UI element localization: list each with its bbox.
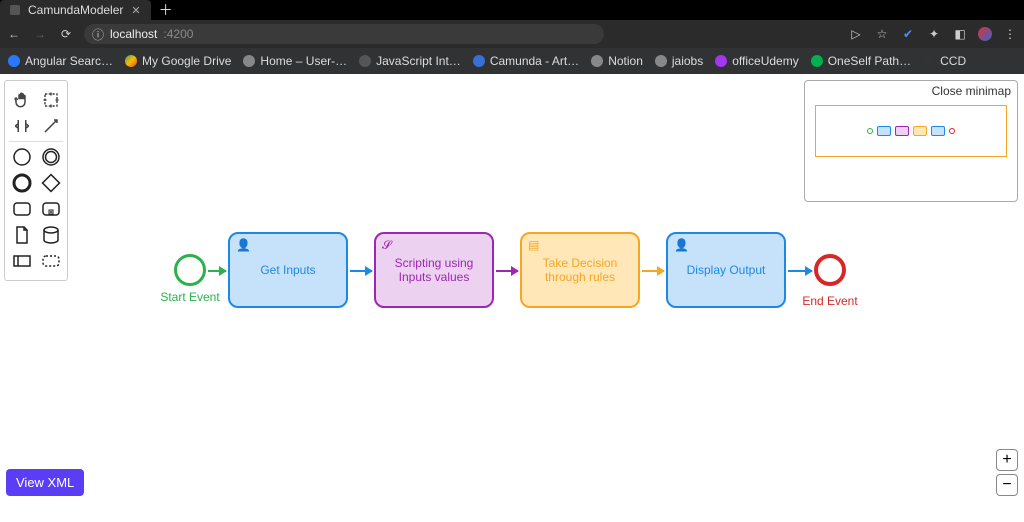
- address-bar[interactable]: ⓘ localhost :4200: [84, 24, 604, 44]
- chevron-down-icon[interactable]: ⌄: [941, 0, 954, 20]
- app-viewport: Start Event 👤 Get Inputs 𝓢 Scripting usi…: [0, 74, 1024, 502]
- flow-t4-to-end[interactable]: [788, 270, 812, 272]
- zoom-in-button[interactable]: +: [996, 449, 1018, 471]
- back-icon[interactable]: ←: [6, 27, 22, 41]
- task-scripting[interactable]: 𝓢 Scripting using Inputs values: [374, 232, 494, 308]
- flow-t2-to-t3[interactable]: [496, 270, 518, 272]
- new-tab-button[interactable]: ＋: [159, 0, 173, 20]
- bookmark-camunda[interactable]: Camunda - Art…: [473, 54, 579, 68]
- info-icon: ⓘ: [92, 26, 104, 43]
- flow-start-to-t1[interactable]: [208, 270, 226, 272]
- user-task-icon-2: 👤: [674, 238, 689, 252]
- end-event-node[interactable]: [814, 254, 846, 286]
- url-host: localhost: [110, 27, 157, 41]
- mm-task-icon: [913, 126, 927, 136]
- business-rule-task-icon: ▤: [528, 238, 539, 252]
- avatar[interactable]: [978, 27, 992, 41]
- task-get-inputs[interactable]: 👤 Get Inputs: [228, 232, 348, 308]
- mm-task-icon: [895, 126, 909, 136]
- start-event-label: Start Event: [150, 290, 230, 304]
- minimap: Close minimap: [804, 80, 1018, 202]
- view-xml-button[interactable]: View XML: [6, 469, 84, 496]
- window-close-icon[interactable]: ✕: [1009, 0, 1022, 20]
- flow-t1-to-t2[interactable]: [350, 270, 372, 272]
- minimap-viewport[interactable]: [815, 105, 1007, 157]
- mm-task-icon: [931, 126, 945, 136]
- user-task-icon: 👤: [236, 238, 251, 252]
- minimize-icon[interactable]: ━: [965, 0, 975, 20]
- bookmark-ccd[interactable]: CCD: [923, 54, 966, 68]
- tab-title: CamundaModeler: [28, 3, 123, 17]
- kebab-icon[interactable]: ⋮: [1002, 27, 1018, 41]
- extensions-icon[interactable]: ✦: [926, 27, 942, 41]
- bookmark-jaiobs[interactable]: jaiobs: [655, 54, 703, 68]
- task-decision[interactable]: ▤ Take Decision through rules: [520, 232, 640, 308]
- browser-tabbar: CamundaModeler ✕ ＋ ⌄ ━ ❐ ✕: [0, 0, 1024, 20]
- close-icon[interactable]: ✕: [131, 4, 140, 17]
- bookmarks-bar: Angular Searc… My Google Drive Home – Us…: [0, 48, 1024, 74]
- zoom-out-button[interactable]: −: [996, 474, 1018, 496]
- minimap-close-button[interactable]: Close minimap: [932, 84, 1011, 98]
- end-event-label: End Event: [790, 294, 870, 308]
- send-icon[interactable]: ▷: [848, 27, 864, 41]
- mm-start-icon: [867, 128, 873, 134]
- bookmark-oneself[interactable]: OneSelf Path…: [811, 54, 911, 68]
- star-icon[interactable]: ☆: [874, 27, 890, 41]
- panel-icon[interactable]: ◧: [952, 27, 968, 41]
- tab-favicon: [10, 5, 20, 15]
- bookmark-udemy[interactable]: officeUdemy: [715, 54, 798, 68]
- flow-t3-to-t4[interactable]: [642, 270, 664, 272]
- url-port: :4200: [163, 27, 193, 41]
- script-task-icon: 𝓢: [382, 238, 391, 253]
- browser-tab-active[interactable]: CamundaModeler ✕: [0, 0, 151, 20]
- reload-icon[interactable]: ⟳: [58, 27, 74, 41]
- browser-toolbar: ← → ⟳ ⓘ localhost :4200 ▷ ☆ ✔ ✦ ◧ ⋮: [0, 20, 1024, 48]
- bookmark-drive[interactable]: My Google Drive: [125, 54, 231, 68]
- bookmark-js[interactable]: JavaScript Int…: [359, 54, 461, 68]
- check-icon[interactable]: ✔: [900, 27, 916, 41]
- start-event-node[interactable]: [174, 254, 206, 286]
- maximize-icon[interactable]: ❐: [984, 0, 998, 20]
- zoom-controls: + −: [996, 449, 1018, 496]
- bookmark-angular[interactable]: Angular Searc…: [8, 54, 113, 68]
- mm-end-icon: [949, 128, 955, 134]
- bookmark-home[interactable]: Home – User-…: [243, 54, 347, 68]
- mm-task-icon: [877, 126, 891, 136]
- bookmark-notion[interactable]: Notion: [591, 54, 643, 68]
- task-display-output[interactable]: 👤 Display Output: [666, 232, 786, 308]
- forward-icon[interactable]: →: [32, 27, 48, 41]
